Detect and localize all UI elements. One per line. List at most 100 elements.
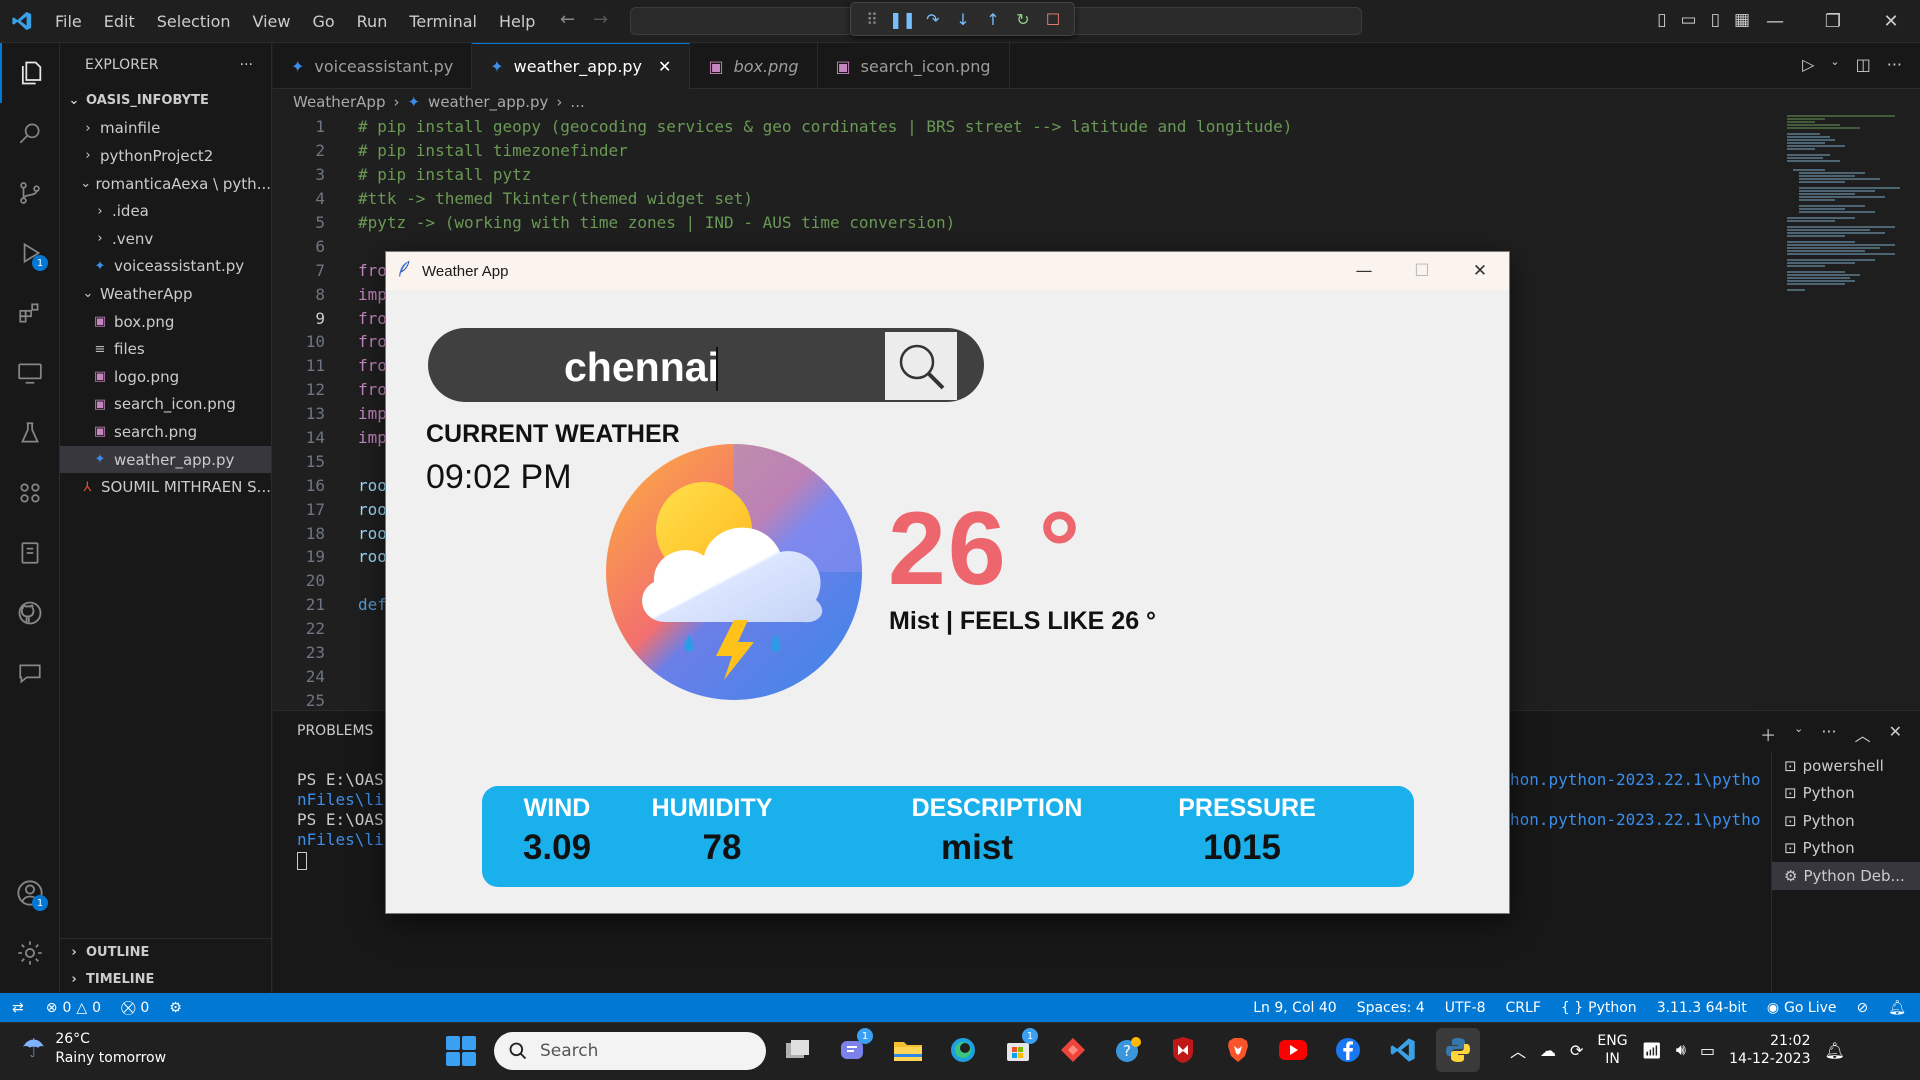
- extensions-icon[interactable]: [0, 283, 60, 343]
- close-icon[interactable]: ✕: [1451, 252, 1509, 290]
- chevron-down-icon[interactable]: ⌄: [1794, 722, 1803, 746]
- volume-icon[interactable]: 🔊︎: [1676, 1040, 1686, 1060]
- breadcrumb-symbol[interactable]: ...: [570, 93, 584, 111]
- tree-item[interactable]: ⌄ WeatherApp: [60, 280, 271, 308]
- tree-item[interactable]: ✦ weather_app.py: [60, 445, 271, 474]
- accounts-icon[interactable]: 1: [0, 863, 60, 923]
- problems-status[interactable]: ⊗ 0 △ 0: [36, 993, 111, 1022]
- tree-item[interactable]: ▣ search_icon.png: [60, 391, 271, 419]
- language-mode[interactable]: { } Python: [1551, 993, 1647, 1022]
- panel-tab-problems[interactable]: PROBLEMS: [297, 723, 373, 739]
- city-search-input[interactable]: chennai: [564, 344, 719, 391]
- breadcrumb-folder[interactable]: WeatherApp: [293, 93, 385, 111]
- terminal-output[interactable]: PS E:\OASI nFiles\lib PS E:\OASI nFiles\…: [297, 770, 393, 870]
- breadcrumb-file[interactable]: weather_app.py: [428, 93, 548, 111]
- battery-icon[interactable]: ▭: [1700, 1041, 1715, 1060]
- outline-section[interactable]: › OUTLINE: [60, 938, 272, 966]
- tree-item[interactable]: › .venv: [60, 225, 271, 253]
- menu-go[interactable]: Go: [301, 0, 345, 43]
- tree-item[interactable]: ⅄ SOUMIL MITHRAEN S...: [60, 473, 271, 501]
- more-actions-icon[interactable]: ···: [1887, 55, 1902, 74]
- terminal-instance[interactable]: ⊡ Python: [1772, 807, 1920, 835]
- menu-edit[interactable]: Edit: [93, 0, 146, 43]
- ms-store-icon[interactable]: 1: [996, 1028, 1040, 1072]
- new-terminal-icon[interactable]: ＋: [1760, 722, 1776, 746]
- go-live[interactable]: ◉ Go Live: [1757, 993, 1847, 1022]
- menu-run[interactable]: Run: [346, 0, 399, 43]
- end-of-line[interactable]: CRLF: [1496, 993, 1551, 1022]
- restart-icon[interactable]: ↻: [1010, 5, 1036, 33]
- facebook-icon[interactable]: [1326, 1028, 1370, 1072]
- workspace-root[interactable]: ⌄ OASIS_INFOBYTE: [60, 87, 271, 115]
- more-actions-icon[interactable]: ···: [1821, 722, 1836, 746]
- file-explorer-icon[interactable]: [886, 1028, 930, 1072]
- taskbar-search[interactable]: Search: [494, 1032, 766, 1070]
- edge-browser-icon[interactable]: [941, 1028, 985, 1072]
- minimize-icon[interactable]: —: [1335, 252, 1393, 290]
- clock[interactable]: 21:02 14-12-2023: [1729, 1032, 1810, 1068]
- notifications-bell-icon[interactable]: 🔔︎: [1878, 993, 1920, 1022]
- github-icon[interactable]: [0, 583, 60, 643]
- encoding[interactable]: UTF-8: [1435, 993, 1496, 1022]
- source-control-icon[interactable]: [0, 163, 60, 223]
- drag-handle-icon[interactable]: ⠿: [859, 5, 885, 33]
- tree-item[interactable]: ▣ search.png: [60, 418, 271, 446]
- indentation[interactable]: Spaces: 4: [1347, 993, 1435, 1022]
- maximize-panel-icon[interactable]: ︿: [1855, 722, 1871, 746]
- menu-view[interactable]: View: [242, 0, 302, 43]
- run-file-icon[interactable]: ▷: [1802, 55, 1814, 74]
- notifications-bell-icon[interactable]: 🔔︎: [1825, 1041, 1845, 1060]
- run-debug-icon[interactable]: 1: [0, 223, 60, 283]
- back-arrow-icon[interactable]: ←: [560, 9, 575, 30]
- tree-item[interactable]: ≡ files: [60, 335, 271, 363]
- toggle-secondary-sidebar-icon[interactable]: ▯: [1711, 10, 1720, 30]
- task-view-icon[interactable]: [776, 1028, 820, 1072]
- toggle-sidebar-icon[interactable]: ▯: [1657, 10, 1666, 30]
- forward-arrow-icon[interactable]: →: [593, 9, 608, 30]
- vscode-taskbar-icon[interactable]: [1381, 1028, 1425, 1072]
- terminal-instance[interactable]: ⊡ Python: [1772, 780, 1920, 808]
- timeline-section[interactable]: › TIMELINE: [60, 966, 272, 993]
- weather-widget[interactable]: ☂ 26°C Rainy tomorrow: [22, 1030, 166, 1068]
- toggle-panel-icon[interactable]: ▭: [1681, 10, 1697, 30]
- cursor-position[interactable]: Ln 9, Col 40: [1243, 993, 1346, 1022]
- more-actions-icon[interactable]: ···: [240, 57, 253, 73]
- chevron-down-icon[interactable]: ⌄: [1830, 55, 1839, 74]
- editor-tab[interactable]: ✦ weather_app.py ✕: [472, 43, 691, 89]
- show-hidden-icons-icon[interactable]: ︿: [1510, 1038, 1526, 1062]
- tree-item[interactable]: ✦ voiceassistant.py: [60, 253, 271, 281]
- editor-tab[interactable]: ▣ box.png: [690, 43, 818, 89]
- split-editor-icon[interactable]: ◫: [1856, 55, 1871, 74]
- mcafee-icon[interactable]: [1161, 1028, 1205, 1072]
- get-help-icon[interactable]: ?: [1106, 1028, 1150, 1072]
- ports-status[interactable]: ⛒ 0: [111, 993, 159, 1022]
- minimap[interactable]: [1785, 112, 1905, 362]
- step-into-icon[interactable]: ↓: [950, 5, 976, 33]
- start-button[interactable]: [446, 1036, 476, 1066]
- remote-explorer-icon[interactable]: [0, 343, 60, 403]
- tree-item[interactable]: ⌄ romanticaAexa \ pyth...: [60, 170, 271, 198]
- menu-selection[interactable]: Selection: [146, 0, 242, 43]
- tree-item[interactable]: › pythonProject2: [60, 142, 271, 170]
- interpreter[interactable]: 3.11.3 64-bit: [1647, 993, 1757, 1022]
- brave-browser-icon[interactable]: [1216, 1028, 1260, 1072]
- explorer-icon[interactable]: [0, 43, 60, 103]
- close-panel-icon[interactable]: ✕: [1889, 722, 1902, 746]
- settings-gear-icon[interactable]: [0, 923, 60, 983]
- search-icon[interactable]: [0, 103, 60, 163]
- step-over-icon[interactable]: ↷: [920, 5, 946, 33]
- wifi-icon[interactable]: 📶︎: [1642, 1041, 1662, 1060]
- pause-icon[interactable]: ❚❚: [889, 5, 916, 33]
- comments-icon[interactable]: [0, 643, 60, 703]
- editor-tab[interactable]: ✦ voiceassistant.py: [273, 43, 473, 89]
- tree-item[interactable]: ▣ box.png: [60, 308, 271, 336]
- minimize-icon[interactable]: —: [1746, 0, 1804, 43]
- menu-file[interactable]: File: [44, 0, 93, 43]
- gitlens-icon[interactable]: [0, 463, 60, 523]
- tree-item[interactable]: ▣ logo.png: [60, 363, 271, 391]
- notebook-icon[interactable]: [0, 523, 60, 583]
- tree-item[interactable]: › mainfile: [60, 115, 271, 143]
- terminal-instance[interactable]: ⚙ Python Deb...: [1772, 862, 1920, 890]
- close-icon[interactable]: ✕: [658, 57, 671, 76]
- step-out-icon[interactable]: ↑: [980, 5, 1006, 33]
